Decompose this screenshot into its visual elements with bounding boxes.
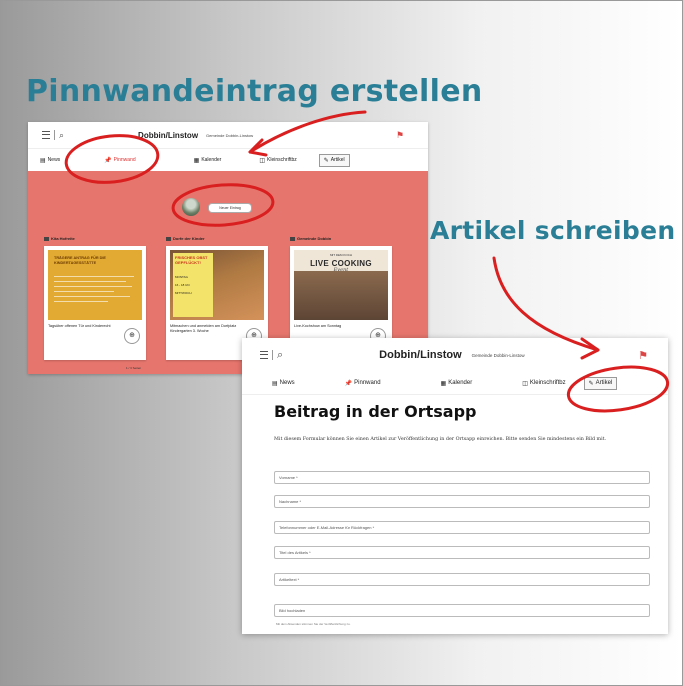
nav-label: Kalender [448, 380, 473, 386]
newspaper-icon: ▤ [272, 380, 278, 387]
heading-artikel: Artikel schreiben [430, 216, 676, 245]
last-name-field[interactable]: Nachname * [274, 495, 650, 508]
nav-news[interactable]: ▤ News [40, 157, 60, 164]
flag-icon: ⚑ [638, 349, 648, 362]
nav-label: Pinnwand [113, 157, 136, 163]
poster-script: Event [333, 267, 349, 273]
nav-label: News [47, 157, 61, 163]
category-icon [44, 236, 49, 241]
calendar-icon: ▦ [193, 157, 200, 164]
search-icon[interactable]: ⌕ [277, 349, 283, 362]
card-text: Tagsüber offenen Tür und Kinderecht [48, 324, 111, 328]
nav-label: Artikel [330, 157, 345, 163]
calendar-icon: ▦ [440, 380, 447, 387]
image-upload-field[interactable]: Bild hochladen [274, 604, 650, 617]
form-intro: Mit diesem Formular können Sie einen Art… [274, 437, 607, 442]
share-icon[interactable]: ⊕ [124, 328, 140, 344]
form-footer-note: Mit dem Absenden stimmen Sie der Veröffe… [276, 622, 351, 626]
top-bar: ⌕ Dobbin/Linstow Gemeinde Dobbin-Linstow… [28, 122, 428, 148]
nav-label: Kleinschriftbz [267, 157, 297, 163]
menu-icon[interactable] [42, 131, 50, 139]
divider [54, 130, 55, 140]
poster-text-line [54, 296, 130, 297]
article-text-field[interactable]: Artikeltext * [274, 573, 650, 586]
poster-text-line [54, 286, 132, 287]
card-image: MIT DEM KOCH LIVE COOKING Event [294, 250, 388, 320]
avatar[interactable] [182, 198, 200, 216]
poster-line: MITTWOCH [175, 291, 192, 295]
nav-news[interactable]: ▤ News [272, 380, 295, 387]
top-bar: ⌕ Dobbin/Linstow Gemeinde Dobbin-Linstow… [242, 338, 668, 372]
first-name-field[interactable]: Vorname * [274, 471, 650, 484]
main-nav: ▤ News 📌 Pinnwand ▦ Kalender ◫ Kleinschriftb… [242, 372, 668, 395]
poster-line: MONTAG [175, 275, 188, 279]
card-image: TRÄGERE ANTRAG FÜR DIE KINDERTAGESSTÄTTE [48, 250, 142, 320]
newspaper-icon: ▤ [40, 157, 46, 164]
poster-line: 16 - 18 Uhr [175, 283, 191, 287]
pinboard-card[interactable]: TRÄGERE ANTRAG FÜR DIE KINDERTAGESSTÄTTE… [44, 246, 146, 360]
card-text: Mitmachen und anmelden am Dorfplatz Kind… [170, 324, 237, 333]
menu-icon[interactable] [260, 351, 268, 359]
contact-field[interactable]: Telefonnummer oder E-Mail-Adresse für Rü… [274, 521, 650, 534]
divider [272, 350, 273, 360]
nav-label: Kalender [201, 157, 222, 163]
poster-text-line [54, 276, 134, 277]
main-nav: ▤ News 📌 Pinnwand ▦ Kalender ◫ Kleinschriftb… [28, 148, 428, 171]
artikel-screenshot: ⌕ Dobbin/Linstow Gemeinde Dobbin-Linstow… [242, 338, 668, 634]
search-icon[interactable]: ⌕ [59, 130, 64, 141]
category-label: Kita Hofreite [51, 236, 75, 241]
card-category: Dorfe der Kinder [166, 236, 205, 241]
card-category: Gemeinde Dobbin [290, 236, 331, 241]
poster-text-line [54, 301, 108, 302]
edit-icon: ✎ [588, 380, 594, 387]
pagination[interactable]: 1 / 3 Seiten [126, 366, 141, 370]
heading-pinnwand: Pinnwandeintrag erstellen [26, 74, 483, 109]
category-label: Gemeinde Dobbin [297, 236, 332, 241]
new-post-button[interactable]: Neuer Eintrag [208, 203, 252, 213]
nav-kleinanzeigen[interactable]: ◫ Kleinschriftbz [259, 157, 296, 164]
nav-kalender[interactable]: ▦ Kalender [194, 157, 222, 164]
category-label: Dorfe der Kinder [173, 236, 205, 241]
nav-label: Kleinschriftbz [529, 380, 566, 386]
nav-pinnwand[interactable]: 📌 Pinnwand [345, 380, 381, 387]
nav-kleinanzeigen[interactable]: ◫ Kleinschriftbz [522, 380, 565, 387]
nav-pinnwand[interactable]: 📌 Pinnwand [104, 157, 135, 164]
poster-kicker: MIT DEM KOCH [329, 253, 353, 257]
location-selector[interactable]: Gemeinde Dobbin-Linstow [206, 133, 253, 138]
nav-label: Artikel [595, 380, 613, 386]
nav-label: Pinnwand [354, 380, 381, 386]
form-title: Beitrag in der Ortsapp [274, 402, 477, 421]
app-title: Dobbin/Linstow [379, 349, 462, 361]
pin-icon: 📌 [344, 380, 353, 387]
tag-icon: ◫ [259, 157, 265, 164]
pin-icon: 📌 [104, 157, 112, 164]
poster-title: TRÄGERE ANTRAG FÜR DIE KINDERTAGESSTÄTTE [54, 256, 106, 265]
poster-headline: FRISCHES OBST GEPFLÜCKT! [175, 255, 208, 265]
category-icon [166, 236, 171, 241]
article-title-field[interactable]: Titel des Artikels * [274, 546, 650, 559]
nav-artikel[interactable]: ✎ Artikel [583, 376, 618, 390]
nav-label: News [279, 380, 295, 386]
poster-text-line [54, 281, 126, 282]
flag-icon: ⚑ [395, 129, 404, 140]
card-image: FRISCHES OBST GEPFLÜCKT! MONTAG 16 - 18 … [170, 250, 264, 320]
location-selector[interactable]: Gemeinde Dobbin-Linstow [472, 353, 525, 358]
category-icon [290, 236, 295, 241]
nav-kalender[interactable]: ▦ Kalender [441, 380, 473, 387]
app-title: Dobbin/Linstow [138, 130, 199, 140]
edit-icon: ✎ [323, 157, 329, 164]
card-text: Live-Kochshow am Sonntag [294, 324, 342, 328]
poster-text-line [54, 291, 114, 292]
arrow-artikel [492, 256, 600, 352]
card-category: Kita Hofreite [44, 236, 75, 241]
tag-icon: ◫ [522, 380, 528, 387]
nav-artikel[interactable]: ✎ Artikel [318, 153, 350, 167]
pinnwand-screenshot: ⌕ Dobbin/Linstow Gemeinde Dobbin-Linstow… [28, 122, 428, 374]
